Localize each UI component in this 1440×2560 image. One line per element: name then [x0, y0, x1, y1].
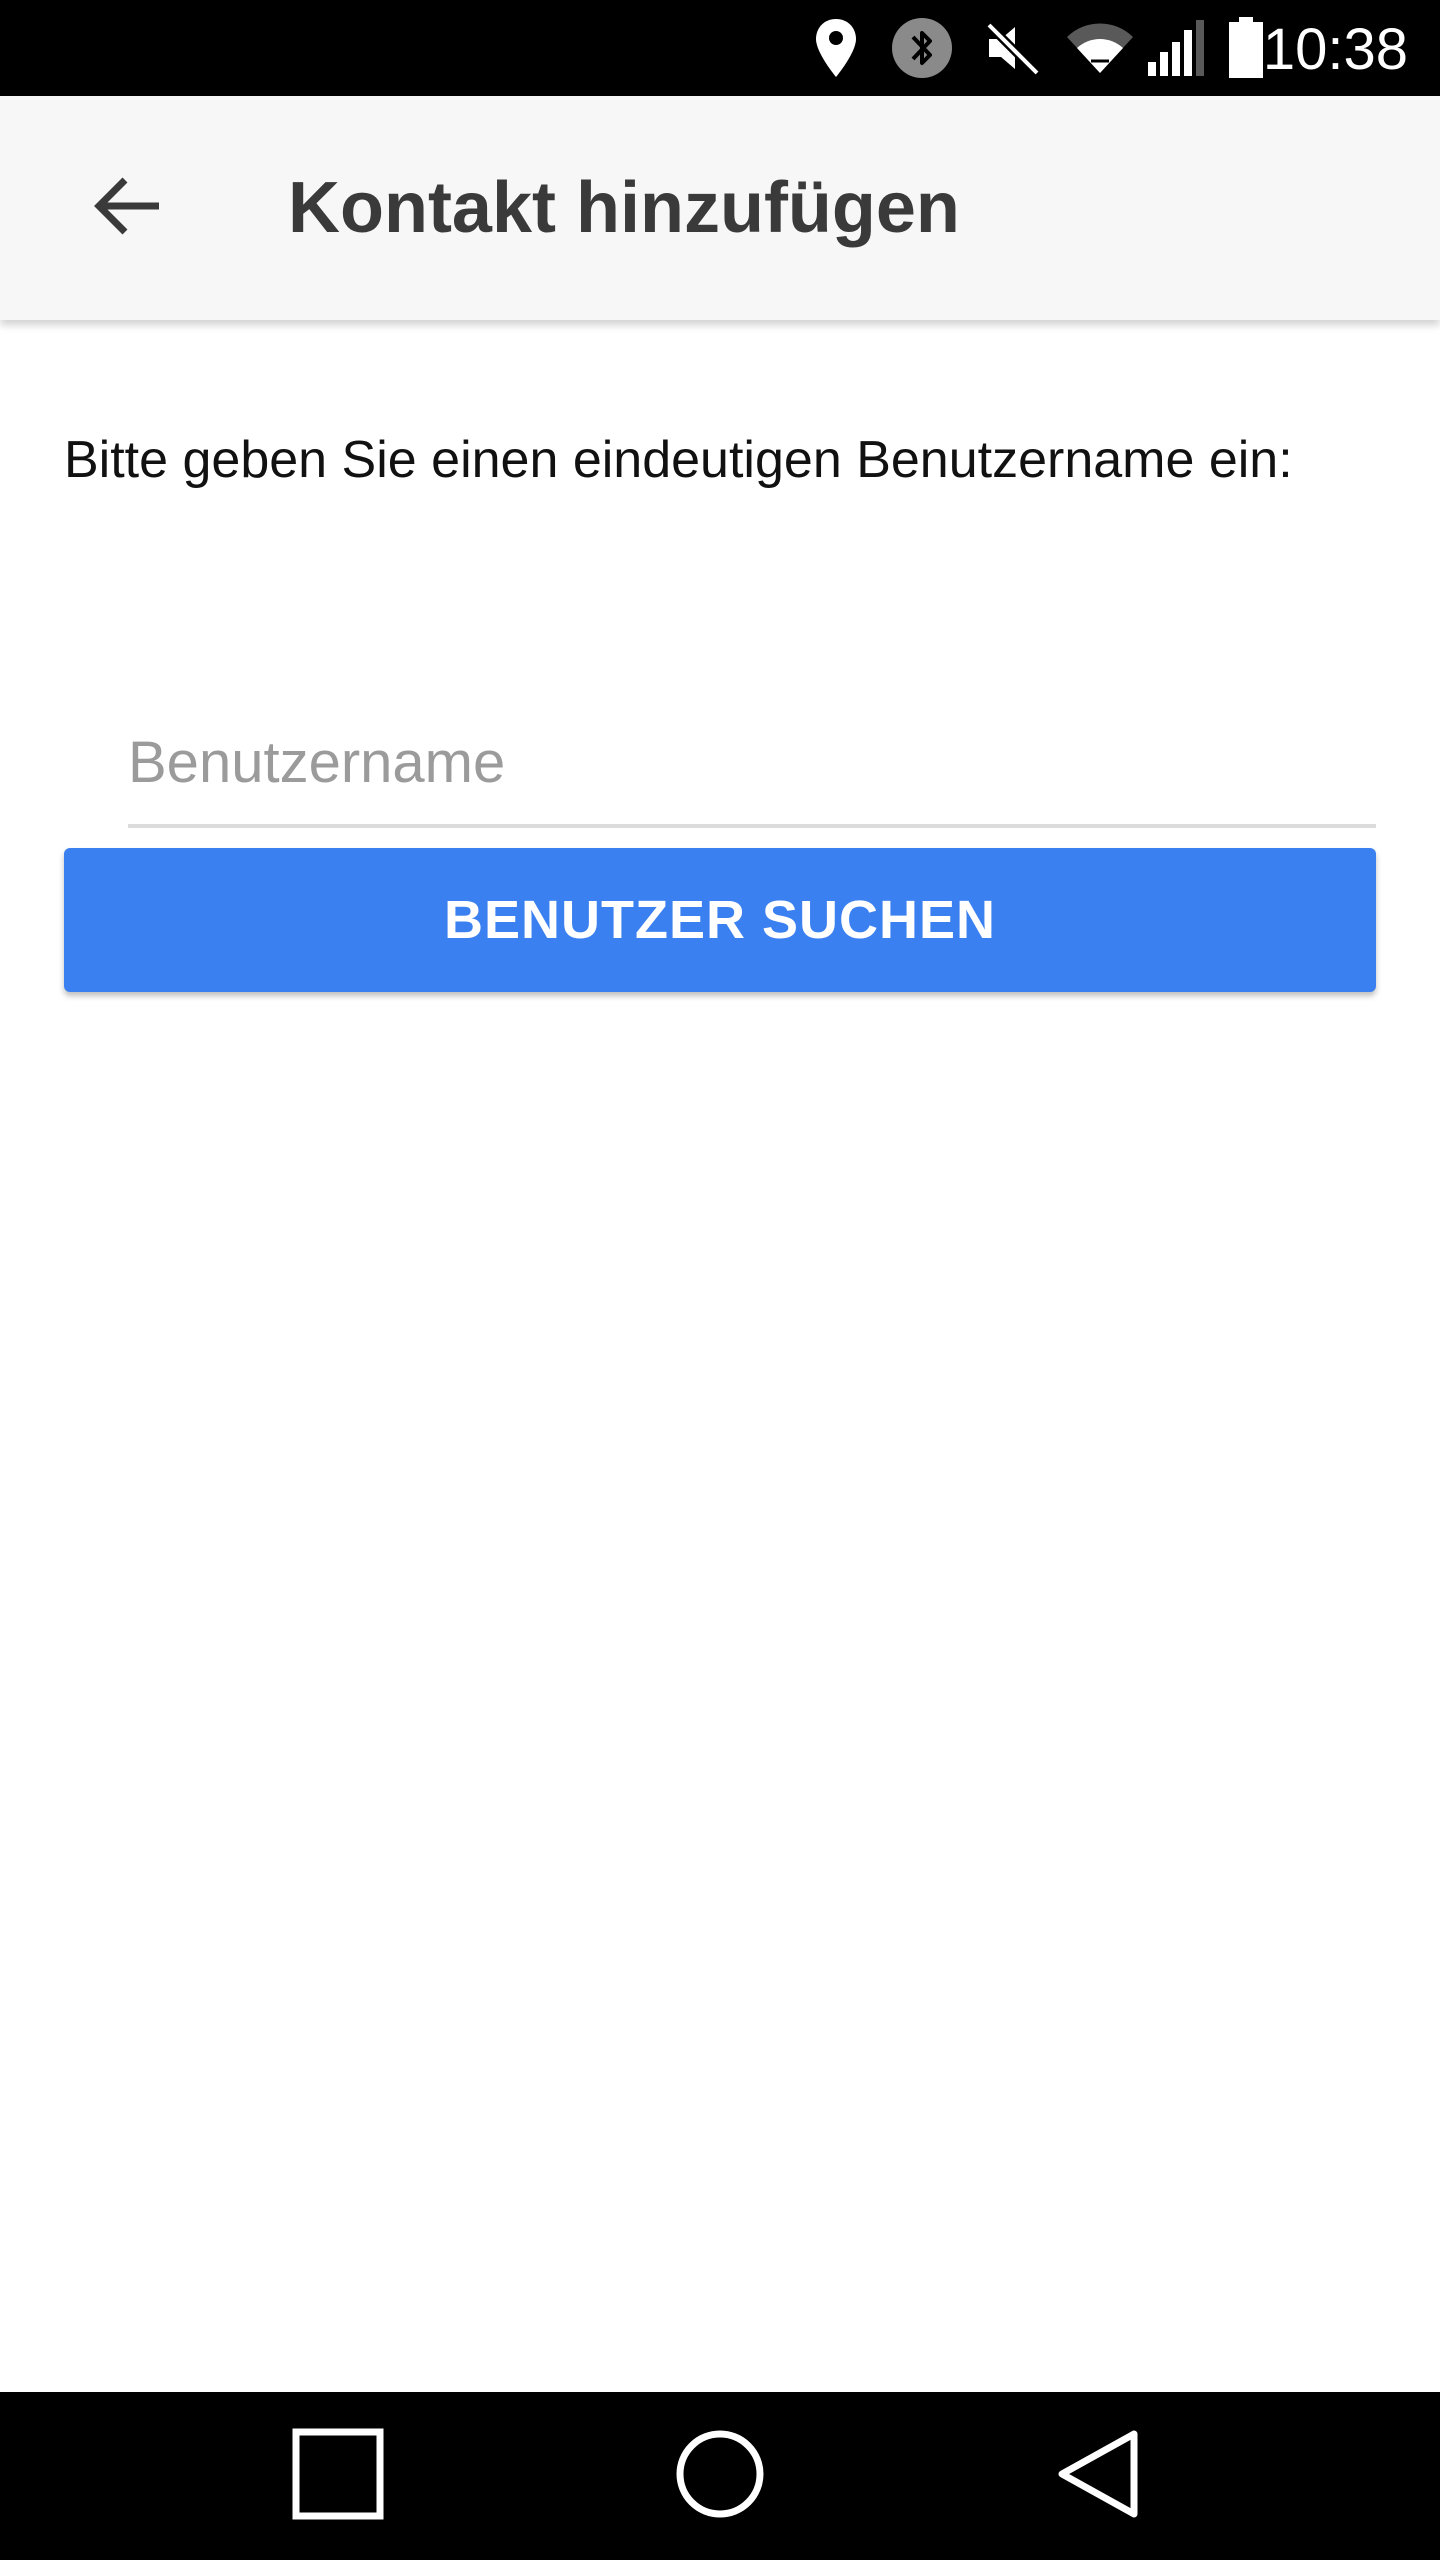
- signal-icon: [1144, 16, 1208, 80]
- back-button[interactable]: [64, 152, 192, 264]
- recents-button[interactable]: [258, 2412, 418, 2540]
- page-title: Kontakt hinzufügen: [288, 168, 960, 248]
- search-user-button[interactable]: BENUTZER SUCHEN: [64, 848, 1376, 992]
- back-icon: [1054, 2428, 1146, 2525]
- nav-back-button[interactable]: [1020, 2412, 1180, 2540]
- arrow-back-icon: [93, 176, 163, 241]
- bluetooth-icon: [890, 16, 954, 80]
- recents-icon: [292, 2428, 384, 2525]
- wifi-icon: [1064, 16, 1136, 80]
- app-bar: Kontakt hinzufügen: [0, 96, 1440, 320]
- clock: 10:38: [1262, 17, 1408, 82]
- instruction-text: Bitte geben Sie einen eindeutigen Benutz…: [64, 431, 1293, 489]
- muted-icon: [980, 16, 1044, 80]
- home-icon: [674, 2428, 766, 2525]
- location-icon: [808, 16, 864, 80]
- username-field-container: [128, 700, 1376, 832]
- battery-icon: [1226, 16, 1266, 80]
- status-bar: 10:38: [0, 0, 1440, 96]
- home-button[interactable]: [640, 2412, 800, 2540]
- username-input[interactable]: [128, 700, 1376, 828]
- navigation-bar: [0, 2392, 1440, 2560]
